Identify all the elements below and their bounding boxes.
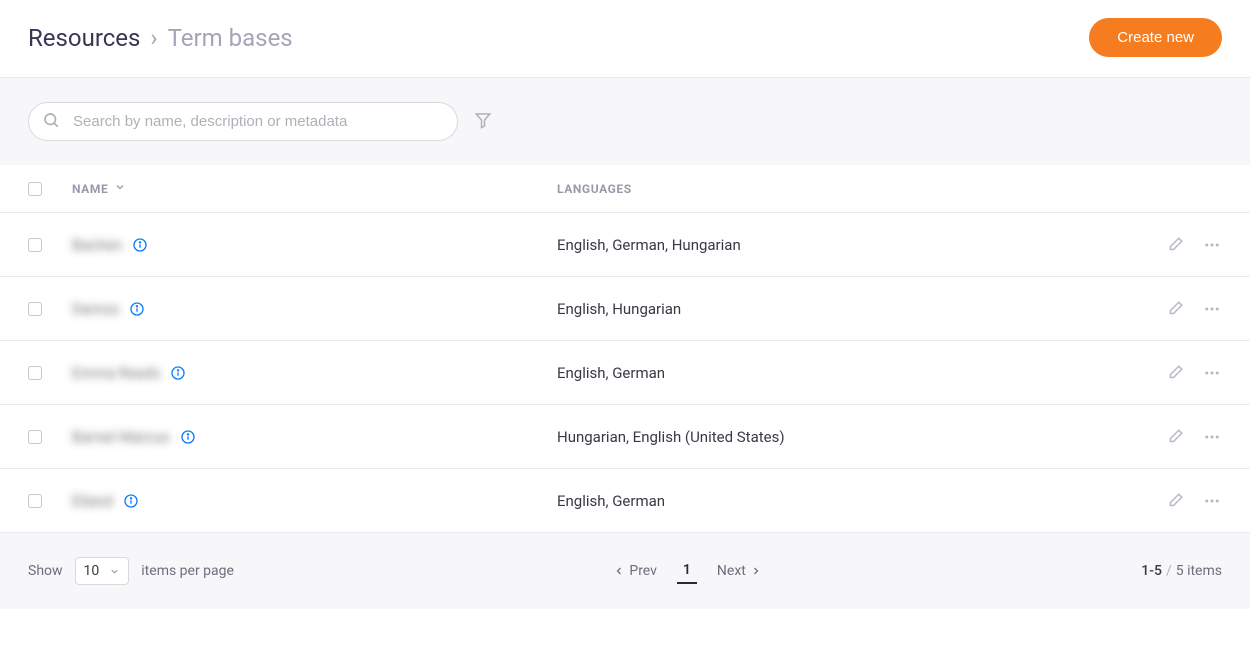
row-languages: Hungarian, English (United States)	[557, 428, 785, 446]
edit-icon[interactable]	[1166, 236, 1184, 254]
prev-label: Prev	[629, 563, 657, 579]
row-checkbox[interactable]	[28, 366, 42, 380]
column-header-languages: LANGUAGES	[557, 182, 1132, 196]
chevron-down-icon	[109, 566, 120, 577]
info-icon[interactable]	[180, 429, 196, 445]
row-name[interactable]: Eiland	[72, 492, 113, 510]
chevron-right-icon	[750, 565, 762, 577]
more-icon[interactable]	[1202, 492, 1222, 510]
table-row[interactable]: Eiland English, German	[0, 469, 1250, 533]
info-icon[interactable]	[123, 493, 139, 509]
next-label: Next	[717, 563, 746, 579]
table-row[interactable]: Demos English, Hungarian	[0, 277, 1250, 341]
create-new-button[interactable]: Create new	[1089, 18, 1222, 57]
row-name[interactable]: Demos	[72, 300, 119, 318]
total-items-label: 5 items	[1176, 563, 1222, 579]
total-separator: /	[1166, 563, 1172, 579]
row-checkbox[interactable]	[28, 302, 42, 316]
page-size-select[interactable]: 10	[75, 557, 130, 585]
chevron-left-icon	[613, 565, 625, 577]
info-icon[interactable]	[132, 237, 148, 253]
breadcrumb-separator: ›	[150, 24, 157, 52]
row-languages: English, German	[557, 364, 665, 382]
table-row[interactable]: Bachen English, German, Hungarian	[0, 213, 1250, 277]
table-row[interactable]: Barnet Marcus Hungarian, English (United…	[0, 405, 1250, 469]
more-icon[interactable]	[1202, 428, 1222, 446]
more-icon[interactable]	[1202, 300, 1222, 318]
chevron-down-icon	[114, 181, 126, 196]
current-page[interactable]: 1	[677, 558, 697, 584]
info-icon[interactable]	[129, 301, 145, 317]
show-label: Show	[28, 563, 63, 579]
column-name-label: NAME	[72, 182, 108, 196]
more-icon[interactable]	[1202, 236, 1222, 254]
row-name[interactable]: Barnet Marcus	[72, 428, 170, 446]
row-languages: English, German	[557, 492, 665, 510]
edit-icon[interactable]	[1166, 428, 1184, 446]
row-checkbox[interactable]	[28, 430, 42, 444]
row-name[interactable]: Emma Reads	[72, 364, 160, 382]
row-checkbox[interactable]	[28, 494, 42, 508]
edit-icon[interactable]	[1166, 364, 1184, 382]
breadcrumb-current: Term bases	[168, 24, 293, 52]
row-name[interactable]: Bachen	[72, 236, 122, 254]
select-all-checkbox[interactable]	[28, 182, 42, 196]
range-label: 1-5	[1141, 563, 1162, 579]
filter-icon[interactable]	[474, 111, 492, 133]
breadcrumb-root[interactable]: Resources	[28, 24, 140, 52]
prev-page-button[interactable]: Prev	[613, 563, 657, 579]
search-icon	[42, 111, 60, 133]
page-size-value: 10	[84, 563, 100, 579]
next-page-button[interactable]: Next	[717, 563, 762, 579]
info-icon[interactable]	[170, 365, 186, 381]
more-icon[interactable]	[1202, 364, 1222, 382]
items-per-page-label: items per page	[141, 563, 234, 579]
edit-icon[interactable]	[1166, 300, 1184, 318]
breadcrumb: Resources › Term bases	[28, 24, 293, 52]
column-header-name[interactable]: NAME	[72, 181, 557, 196]
search-input[interactable]	[28, 102, 458, 141]
row-checkbox[interactable]	[28, 238, 42, 252]
table-row[interactable]: Emma Reads English, German	[0, 341, 1250, 405]
row-languages: English, Hungarian	[557, 300, 681, 318]
edit-icon[interactable]	[1166, 492, 1184, 510]
row-languages: English, German, Hungarian	[557, 236, 741, 254]
